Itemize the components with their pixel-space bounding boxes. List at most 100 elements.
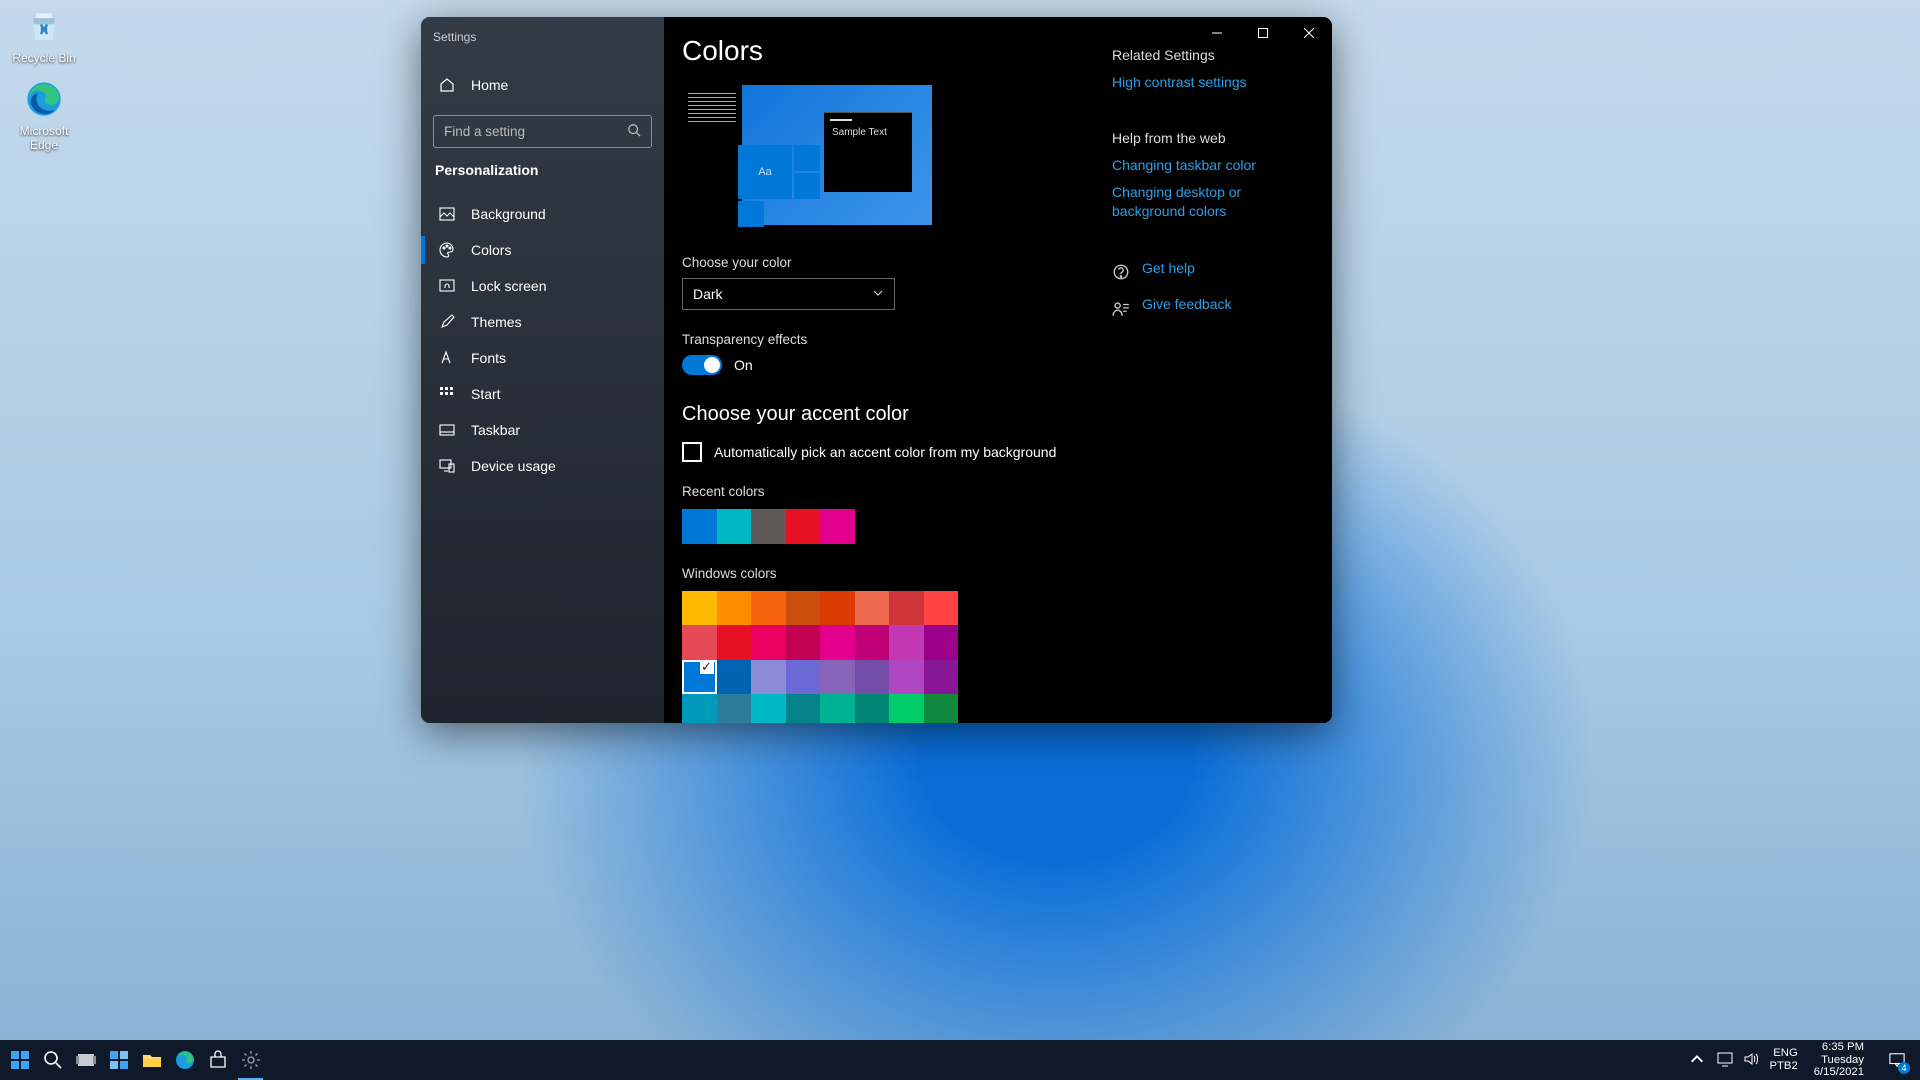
windows-color-swatch[interactable]: [751, 625, 786, 660]
link-get-help[interactable]: Get help: [1142, 259, 1195, 278]
transparency-toggle[interactable]: [682, 355, 722, 375]
nav-label: Fonts: [471, 350, 506, 366]
action-center-button[interactable]: 4: [1880, 1040, 1914, 1080]
search-input[interactable]: [444, 124, 627, 139]
windows-color-swatch[interactable]: [682, 591, 717, 626]
transparency-state: On: [734, 357, 753, 373]
auto-pick-checkbox[interactable]: [682, 442, 702, 462]
windows-color-swatch[interactable]: [682, 694, 717, 723]
windows-color-swatch[interactable]: [682, 660, 717, 695]
choose-color-label: Choose your color: [682, 255, 1092, 270]
windows-color-swatch[interactable]: [924, 694, 959, 723]
nav-start[interactable]: Start: [421, 376, 664, 412]
windows-color-swatch[interactable]: [820, 660, 855, 695]
windows-color-swatch[interactable]: [751, 591, 786, 626]
tray-volume-icon[interactable]: [1743, 1051, 1759, 1070]
windows-color-swatch[interactable]: [924, 591, 959, 626]
settings-window: Settings Home Personalization Background…: [421, 17, 1332, 723]
link-desktop-color[interactable]: Changing desktop or background colors: [1112, 183, 1310, 221]
windows-color-swatch[interactable]: [820, 591, 855, 626]
windows-color-swatch[interactable]: [717, 625, 752, 660]
recent-color-swatch[interactable]: [751, 509, 786, 544]
theme-preview: Aa Sample Text: [682, 85, 932, 225]
tray-language[interactable]: ENGPTB2: [1769, 1047, 1797, 1072]
windows-color-swatch[interactable]: [786, 694, 821, 723]
preview-aa: Aa: [738, 145, 792, 199]
task-view-button[interactable]: [69, 1040, 102, 1080]
windows-color-swatch[interactable]: [855, 625, 890, 660]
windows-color-swatch[interactable]: [682, 625, 717, 660]
window-title: Settings: [433, 30, 652, 44]
close-button[interactable]: [1286, 17, 1332, 49]
windows-color-swatch[interactable]: [717, 694, 752, 723]
device-icon: [439, 458, 455, 474]
windows-color-swatch[interactable]: [820, 694, 855, 723]
nav-fonts[interactable]: Fonts: [421, 340, 664, 376]
windows-color-swatch[interactable]: [820, 625, 855, 660]
nav-lock-screen[interactable]: Lock screen: [421, 268, 664, 304]
windows-color-swatch[interactable]: [855, 660, 890, 695]
search-box[interactable]: [433, 115, 652, 148]
nav-home[interactable]: Home: [421, 67, 664, 103]
windows-color-swatch[interactable]: [889, 625, 924, 660]
store-button[interactable]: [201, 1040, 234, 1080]
lock-screen-icon: [439, 278, 455, 294]
windows-color-swatch[interactable]: [786, 660, 821, 695]
settings-taskbar-button[interactable]: [234, 1040, 267, 1080]
recent-color-swatch[interactable]: [820, 509, 855, 544]
maximize-button[interactable]: [1240, 17, 1286, 49]
feedback-icon: [1112, 300, 1130, 318]
desktop-icon-recycle-bin[interactable]: Recycle Bin: [5, 5, 83, 65]
windows-color-swatch[interactable]: [717, 591, 752, 626]
titlebar: Settings: [421, 17, 664, 57]
search-button[interactable]: [36, 1040, 69, 1080]
nav-label: Colors: [471, 242, 511, 258]
windows-colors-label: Windows colors: [682, 566, 1092, 581]
windows-color-swatch[interactable]: [786, 591, 821, 626]
desktop-icon-edge[interactable]: Microsoft Edge: [5, 78, 83, 152]
nav-device-usage[interactable]: Device usage: [421, 448, 664, 484]
windows-color-swatch[interactable]: [751, 660, 786, 695]
tray-overflow-button[interactable]: [1687, 1051, 1707, 1070]
minimize-button[interactable]: [1194, 17, 1240, 49]
recycle-bin-icon: [23, 5, 65, 47]
nav-taskbar[interactable]: Taskbar: [421, 412, 664, 448]
grid-icon: [439, 386, 455, 402]
windows-color-swatch[interactable]: [855, 591, 890, 626]
nav-themes[interactable]: Themes: [421, 304, 664, 340]
link-high-contrast[interactable]: High contrast settings: [1112, 73, 1310, 92]
windows-color-swatch[interactable]: [717, 660, 752, 695]
page-title: Colors: [682, 35, 1092, 67]
choose-color-dropdown[interactable]: Dark: [682, 278, 895, 310]
file-explorer-button[interactable]: [135, 1040, 168, 1080]
windows-color-swatch[interactable]: [889, 591, 924, 626]
windows-color-swatch[interactable]: [786, 625, 821, 660]
start-button[interactable]: [3, 1040, 36, 1080]
windows-color-swatch[interactable]: [924, 660, 959, 695]
nav-label: Themes: [471, 314, 522, 330]
windows-color-swatch[interactable]: [751, 694, 786, 723]
nav-background[interactable]: Background: [421, 196, 664, 232]
chevron-down-icon: [872, 286, 884, 302]
search-icon: [627, 123, 641, 140]
recent-color-swatch[interactable]: [786, 509, 821, 544]
recent-color-swatch[interactable]: [717, 509, 752, 544]
transparency-label: Transparency effects: [682, 332, 1092, 347]
help-heading: Help from the web: [1112, 130, 1310, 146]
windows-color-swatch[interactable]: [889, 694, 924, 723]
aside-panel: Related Settings High contrast settings …: [1112, 17, 1332, 723]
link-give-feedback[interactable]: Give feedback: [1142, 295, 1232, 314]
nav-colors[interactable]: Colors: [421, 232, 664, 268]
windows-color-swatch[interactable]: [889, 660, 924, 695]
tray-clock[interactable]: 6:35 PMTuesday6/15/2021: [1808, 1041, 1870, 1079]
link-taskbar-color[interactable]: Changing taskbar color: [1112, 156, 1310, 175]
related-heading: Related Settings: [1112, 47, 1310, 63]
sidebar: Settings Home Personalization Background…: [421, 17, 664, 723]
recent-color-swatch[interactable]: [682, 509, 717, 544]
widgets-button[interactable]: [102, 1040, 135, 1080]
tray-display-icon[interactable]: [1717, 1051, 1733, 1070]
windows-color-swatch[interactable]: [924, 625, 959, 660]
recent-colors-label: Recent colors: [682, 484, 1092, 499]
edge-taskbar-button[interactable]: [168, 1040, 201, 1080]
windows-color-swatch[interactable]: [855, 694, 890, 723]
